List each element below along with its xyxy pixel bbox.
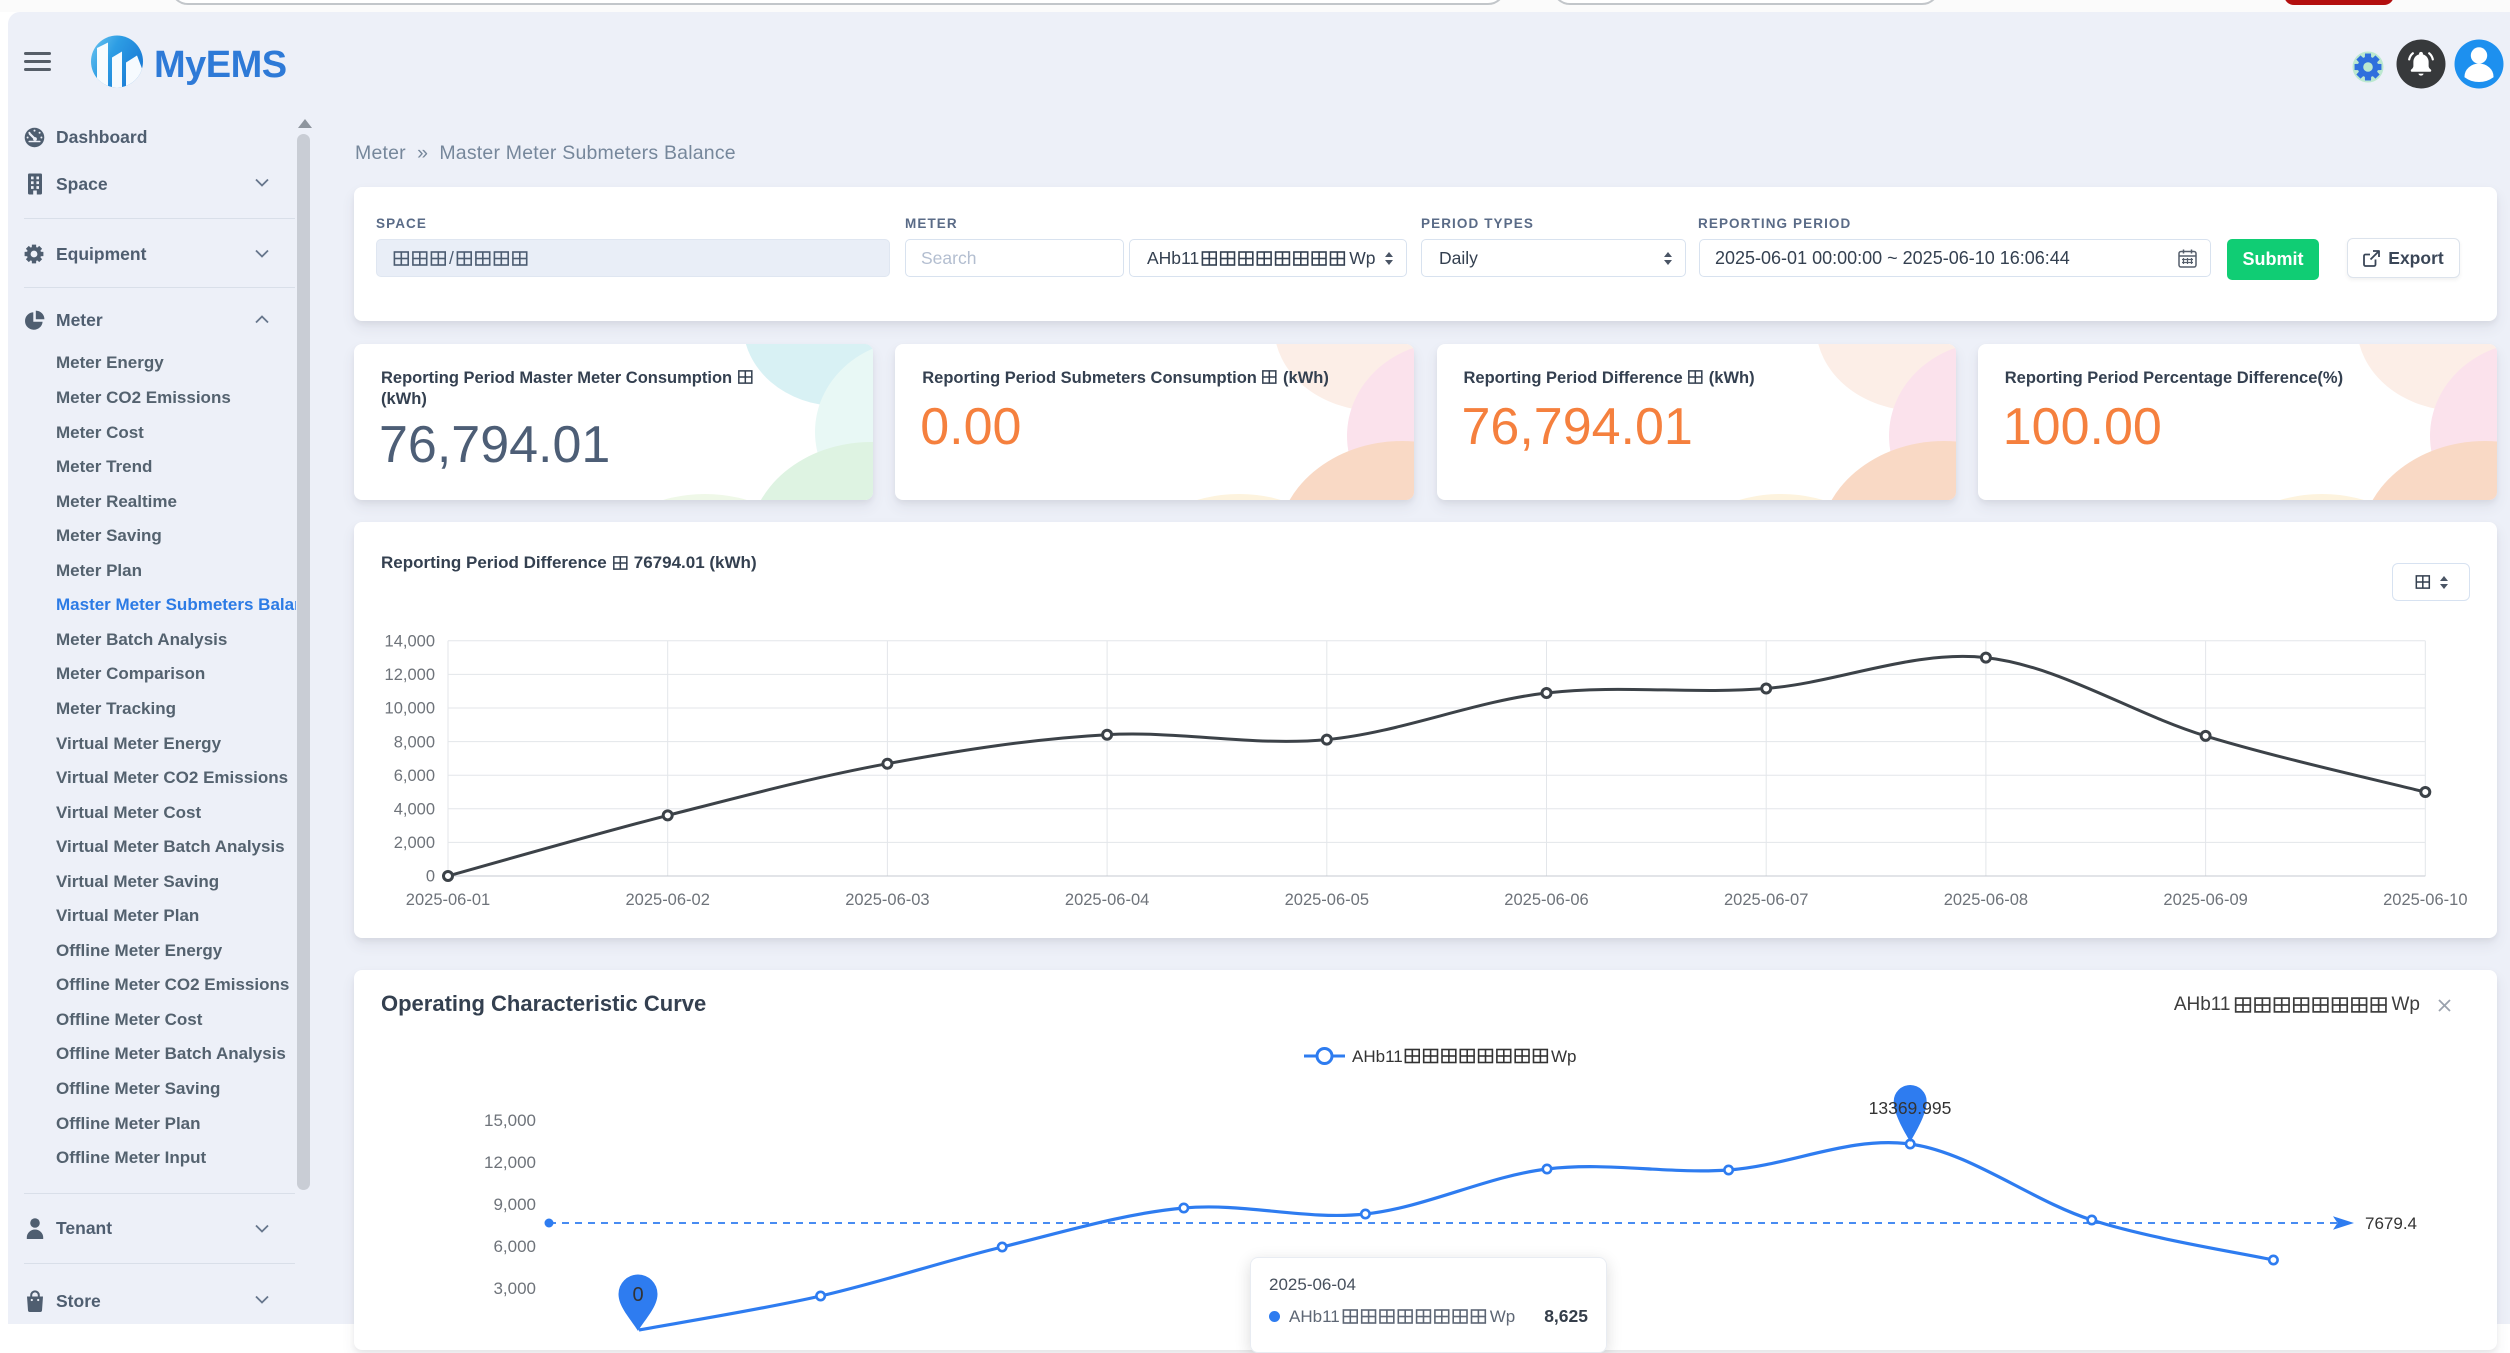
svg-text:2025-06-04: 2025-06-04 — [1065, 891, 1149, 909]
svg-text:2025-06-02: 2025-06-02 — [625, 891, 709, 909]
svg-text:0: 0 — [632, 1284, 643, 1306]
svg-text:14,000: 14,000 — [385, 633, 435, 651]
svg-text:Wp: Wp — [1551, 1047, 1577, 1066]
svg-text:9,000: 9,000 — [493, 1195, 536, 1214]
svg-text:10,000: 10,000 — [385, 700, 435, 718]
svg-text:2,000: 2,000 — [394, 834, 435, 852]
svg-text:2025-06-03: 2025-06-03 — [845, 891, 929, 909]
svg-text:12,000: 12,000 — [385, 666, 435, 684]
svg-text:2025-06-08: 2025-06-08 — [1944, 891, 2028, 909]
svg-text:6,000: 6,000 — [394, 767, 435, 785]
svg-text:3,000: 3,000 — [493, 1279, 536, 1298]
svg-text:4,000: 4,000 — [394, 801, 435, 819]
svg-text:13369.995: 13369.995 — [1869, 1098, 1952, 1118]
svg-text:8,000: 8,000 — [394, 733, 435, 751]
svg-text:12,000: 12,000 — [484, 1153, 536, 1172]
svg-text:2025-06-07: 2025-06-07 — [1724, 891, 1808, 909]
svg-text:2025-06-01: 2025-06-01 — [406, 891, 490, 909]
svg-text:2025-06-10: 2025-06-10 — [2383, 891, 2467, 909]
svg-text:7679.4: 7679.4 — [2365, 1214, 2417, 1233]
svg-text:0: 0 — [426, 868, 435, 886]
svg-text:2025-06-09: 2025-06-09 — [2163, 891, 2247, 909]
svg-text:15,000: 15,000 — [484, 1111, 536, 1130]
svg-text:6,000: 6,000 — [493, 1237, 536, 1256]
svg-text:2025-06-06: 2025-06-06 — [1504, 891, 1588, 909]
svg-text:AHb11: AHb11 — [1352, 1047, 1403, 1066]
svg-text:2025-06-05: 2025-06-05 — [1285, 891, 1369, 909]
